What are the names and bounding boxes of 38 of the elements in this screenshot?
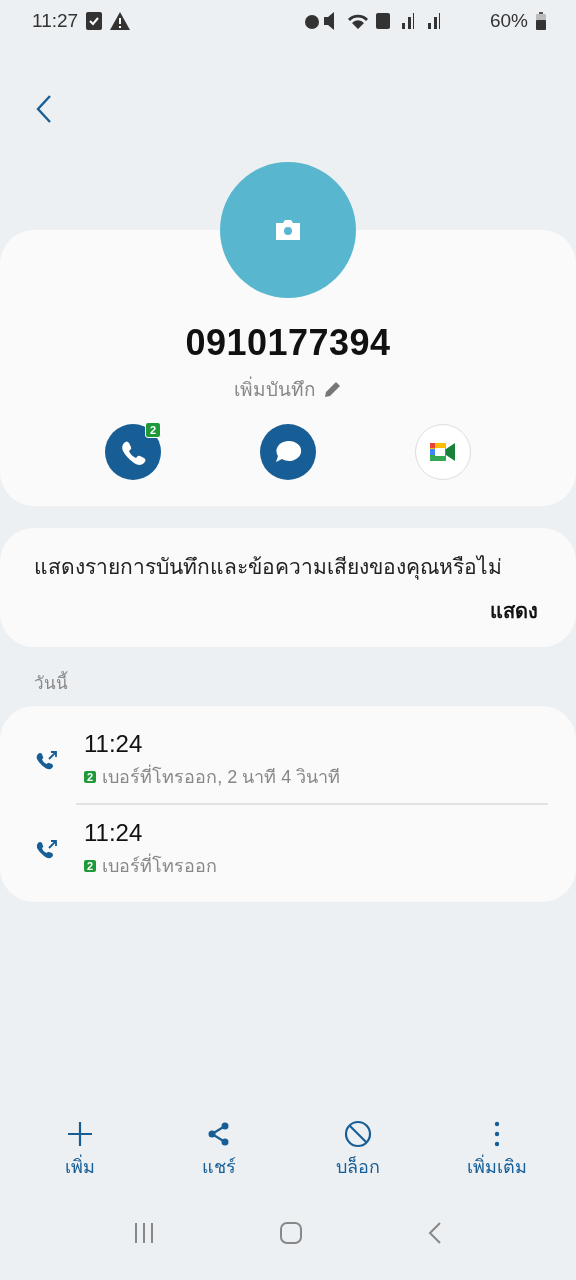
home-icon[interactable] xyxy=(280,1222,302,1244)
status-time: 11:27 xyxy=(32,10,79,32)
outgoing-call-icon xyxy=(36,749,58,772)
call-button[interactable]: 2 xyxy=(105,424,161,480)
pencil-icon[interactable] xyxy=(324,380,342,398)
warning-icon xyxy=(110,12,131,30)
message-button[interactable] xyxy=(260,424,316,480)
checklist-icon xyxy=(86,12,103,30)
camera-icon xyxy=(274,219,302,241)
outgoing-call-icon xyxy=(36,838,58,861)
phone-number: 0910177394 xyxy=(185,322,391,364)
phone-icon xyxy=(122,441,146,465)
sim-badge: 2 xyxy=(84,859,97,872)
show-button[interactable]: แสดง xyxy=(490,595,538,627)
share-button[interactable]: แชร์ xyxy=(158,1119,279,1182)
plus-icon xyxy=(66,1120,93,1148)
chat-bubble-icon xyxy=(276,440,302,462)
recents-icon[interactable] xyxy=(132,1222,155,1244)
call-time: 11:24 xyxy=(84,730,144,758)
add-note-label[interactable]: เพิ่มบันทึก xyxy=(234,374,316,404)
block-button[interactable]: บล็อก xyxy=(297,1119,418,1182)
more-icon xyxy=(494,1121,499,1147)
video-button[interactable] xyxy=(415,424,471,480)
call-detail: เบอร์ที่โทรออก xyxy=(102,851,218,880)
notice-text: แสดงรายการบันทึกและข้อความเสียงของคุณหรือไม่ xyxy=(34,554,503,582)
section-header: วันนี้ xyxy=(34,669,576,696)
sim-badge: 2 xyxy=(144,422,161,438)
battery-percent: 60% xyxy=(489,10,528,32)
share-icon xyxy=(208,1122,228,1146)
more-button[interactable]: เพิ่มเติม xyxy=(436,1119,557,1182)
call-detail: เบอร์ที่โทรออก, 2 นาที 4 วินาที xyxy=(102,762,341,791)
video-camera-icon xyxy=(430,443,455,461)
call-time: 11:24 xyxy=(84,819,144,847)
sim-badge: 2 xyxy=(84,770,97,783)
back-nav-icon[interactable] xyxy=(427,1221,444,1245)
block-icon xyxy=(344,1120,371,1148)
battery-icon xyxy=(536,12,546,30)
add-button[interactable]: เพิ่ม xyxy=(19,1119,140,1182)
